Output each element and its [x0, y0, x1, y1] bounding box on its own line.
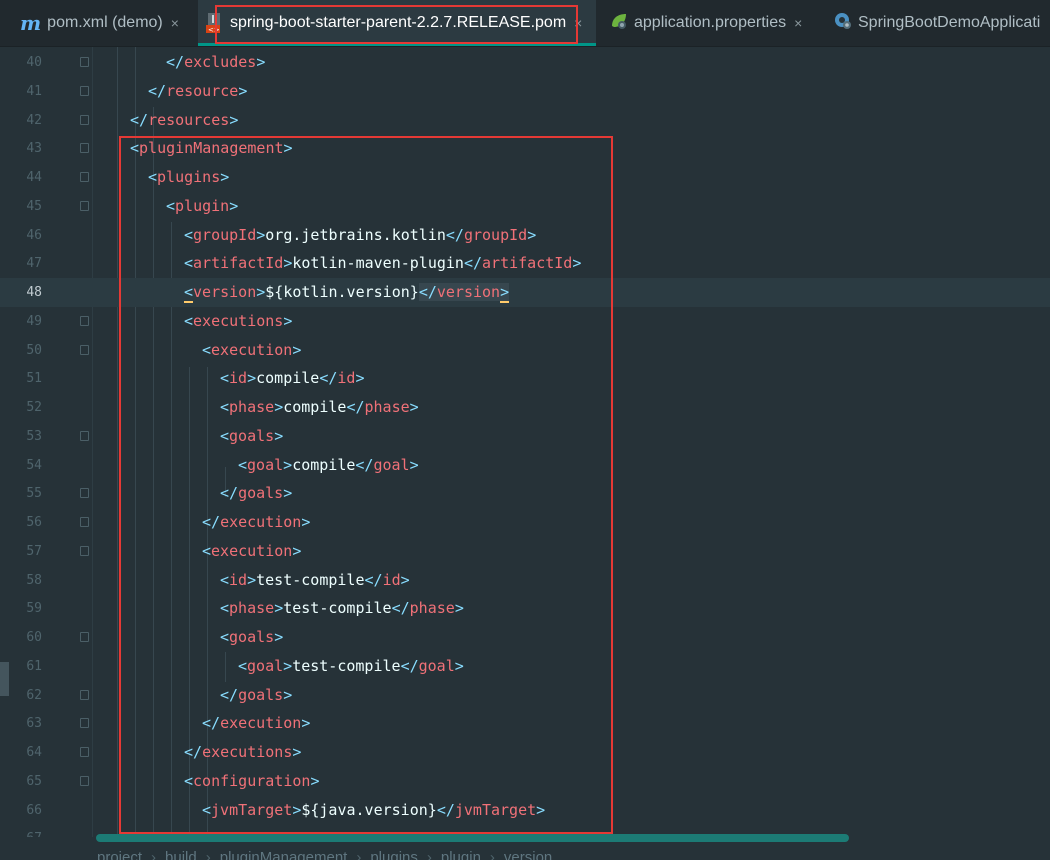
code-line[interactable]: 41 </resource> [0, 77, 1050, 106]
fold-marker-icon[interactable] [80, 172, 89, 182]
code-text: </resources> [130, 106, 238, 135]
tab-springbootdemoapplication[interactable]: SpringBootDemoApplicati [834, 0, 1040, 46]
spring-class-icon [834, 12, 852, 35]
fold-marker-icon[interactable] [80, 57, 89, 67]
line-number: 53 [26, 428, 42, 444]
xml-punctuation: > [256, 53, 266, 71]
line-number: 62 [26, 687, 42, 703]
line-number: 51 [26, 371, 42, 387]
line-number: 49 [26, 313, 42, 329]
fold-marker-icon[interactable] [80, 114, 89, 125]
line-number: 55 [26, 486, 42, 502]
maven-m-icon: m [20, 11, 42, 35]
breadcrumb-separator: › [489, 849, 495, 860]
fold-marker-icon[interactable] [80, 430, 89, 441]
tab-application-properties[interactable]: application.properties × [610, 0, 802, 46]
code-line[interactable]: 42 </resources> [0, 106, 1050, 135]
line-number: 52 [26, 400, 42, 415]
line-number: 57 [26, 543, 42, 559]
line-number: 60 [26, 630, 42, 645]
fold-marker-icon[interactable] [80, 718, 89, 729]
xml-punctuation: </ [166, 53, 185, 71]
breadcrumb-separator: › [356, 849, 362, 860]
tab-label: SpringBootDemoApplicati [858, 14, 1041, 31]
xml-punctuation: > [238, 81, 248, 100]
line-number: 63 [26, 716, 42, 732]
breadcrumb-separator: › [426, 849, 432, 860]
line-number: 58 [26, 572, 42, 588]
xml-punctuation: </ [148, 81, 167, 100]
fold-marker-icon[interactable] [80, 775, 89, 786]
breadcrumb-item[interactable]: build [165, 849, 197, 860]
fold-marker-icon[interactable] [80, 315, 89, 326]
spring-leaf-icon [610, 12, 628, 35]
line-number: 66 [26, 802, 42, 818]
code-line[interactable]: 40 </excludes> [0, 48, 1050, 77]
line-number: 44 [26, 170, 42, 185]
fold-marker-icon[interactable] [80, 143, 89, 154]
breadcrumb-item[interactable]: project [97, 849, 142, 860]
fold-marker-icon[interactable] [80, 344, 89, 355]
xml-tag-name: resources [148, 110, 230, 129]
close-icon[interactable]: × [171, 15, 179, 31]
line-number: 43 [26, 141, 42, 157]
line-number: 45 [26, 198, 42, 214]
fold-marker-icon[interactable] [80, 85, 89, 96]
line-number: 64 [26, 745, 42, 760]
fold-marker-icon[interactable] [80, 632, 89, 642]
tab-label: pom.xml (demo) [47, 14, 163, 31]
tab-label: application.properties [634, 14, 787, 31]
breadcrumb-path: project › build › pluginManagement › plugins › p… [97, 849, 552, 860]
line-number: 54 [26, 457, 42, 473]
breadcrumb-separator: › [151, 849, 157, 860]
line-number: 61 [26, 658, 42, 674]
line-number: 67 [0, 824, 42, 837]
xml-punctuation: </ [130, 110, 149, 129]
fold-marker-icon[interactable] [80, 200, 89, 211]
code-text: </resource> [148, 77, 247, 106]
fold-marker-icon[interactable] [80, 517, 89, 527]
tab-pom-demo[interactable]: m pom.xml (demo) × [20, 0, 179, 46]
line-number: 48 [26, 285, 42, 300]
xml-tag-name: resource [166, 81, 239, 100]
tab-highlight-box [215, 5, 578, 44]
fold-marker-icon[interactable] [80, 545, 89, 556]
line-number: 46 [26, 227, 42, 243]
breadcrumb-separator: › [205, 849, 211, 860]
breadcrumb-item[interactable]: plugins [370, 849, 418, 860]
fold-marker-icon[interactable] [80, 689, 89, 700]
fold-marker-icon[interactable] [80, 747, 89, 757]
fold-marker-icon[interactable] [80, 488, 89, 499]
close-icon[interactable]: × [794, 15, 802, 31]
breadcrumb-item[interactable]: pluginManagement [220, 849, 348, 860]
line-number: 41 [26, 83, 42, 99]
xml-tag-name: excludes [184, 53, 257, 71]
line-number: 65 [26, 773, 42, 789]
breadcrumb: project › build › pluginManagement › plugins › p… [0, 842, 1050, 860]
code-text: </excludes> [166, 48, 265, 77]
line-number: 50 [26, 342, 42, 358]
line-number: 47 [26, 256, 42, 272]
line-number: 59 [26, 601, 42, 617]
line-number: 40 [26, 55, 42, 70]
horizontal-scrollbar[interactable] [96, 834, 849, 842]
line-number: 56 [26, 515, 42, 530]
code-highlight-box [119, 136, 613, 834]
xml-punctuation: > [229, 110, 239, 129]
breadcrumb-item[interactable]: plugin [441, 849, 481, 860]
line-number: 42 [26, 112, 42, 128]
breadcrumb-item[interactable]: version [504, 849, 552, 860]
